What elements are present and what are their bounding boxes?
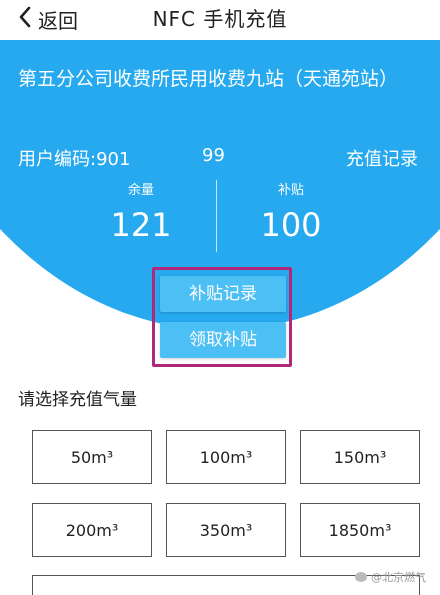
recharge-option-350[interactable]: 350m³ bbox=[166, 503, 286, 557]
claim-subsidy-button[interactable]: 领取补贴 bbox=[160, 322, 286, 358]
watermark-text: @北京燃气 bbox=[371, 571, 426, 584]
user-info-row: 用户编码:901 99 充值记录 bbox=[18, 145, 418, 173]
subsidy-stat: 补贴 100 bbox=[216, 182, 366, 248]
balance-label: 余量 bbox=[127, 183, 154, 198]
recharge-option-1850[interactable]: 1850m³ bbox=[300, 503, 420, 557]
balance-stat: 余量 121 bbox=[66, 182, 216, 248]
page-title: NFC 手机充值 bbox=[152, 7, 288, 31]
user-code-label: 用户编码:901 bbox=[18, 149, 131, 170]
recharge-option-50[interactable]: 50m³ bbox=[32, 430, 152, 484]
subsidy-value: 100 bbox=[260, 206, 322, 244]
recharge-history-link[interactable]: 充值记录 bbox=[346, 145, 418, 171]
recharge-option-100[interactable]: 100m³ bbox=[166, 430, 286, 484]
balance-value: 121 bbox=[110, 206, 172, 244]
user-code-tail: 99 bbox=[202, 145, 225, 166]
recharge-section-label: 请选择充值气量 bbox=[18, 390, 137, 410]
recharge-option-200[interactable]: 200m³ bbox=[32, 503, 152, 557]
top-bar: 返回 NFC 手机充值 bbox=[0, 0, 440, 40]
subsidy-label: 补贴 bbox=[277, 183, 304, 198]
recharge-option-150[interactable]: 150m³ bbox=[300, 430, 420, 484]
station-name: 第五分公司收费所民用收费九站（天通苑站） bbox=[18, 68, 399, 90]
subsidy-records-button[interactable]: 补贴记录 bbox=[160, 276, 286, 312]
watermark: @北京燃气 bbox=[355, 569, 426, 585]
weibo-icon bbox=[355, 572, 367, 582]
